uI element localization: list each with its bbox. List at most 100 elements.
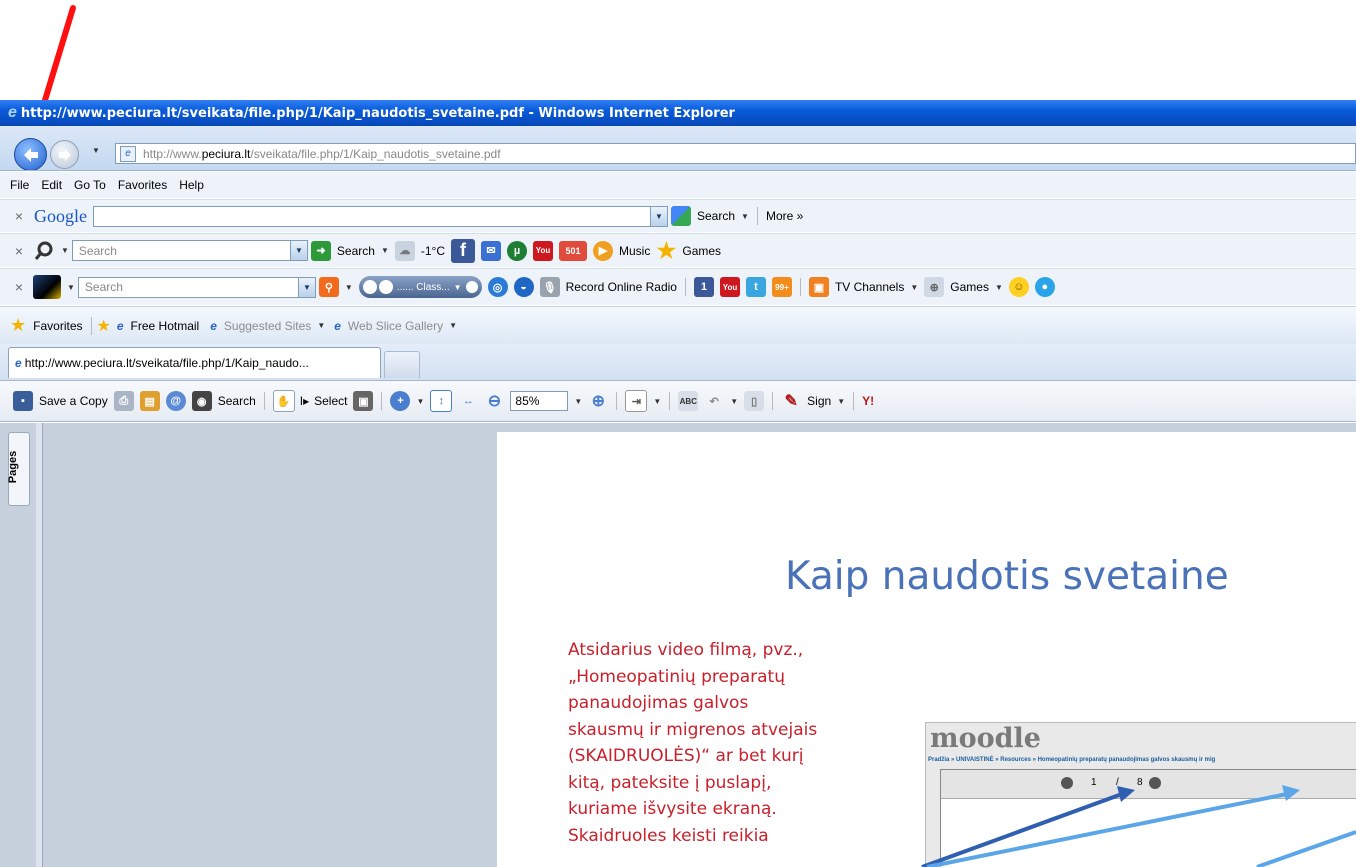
- menu-favorites[interactable]: Favorites: [118, 178, 167, 192]
- yahoo-logo[interactable]: Y!: [862, 394, 874, 408]
- address-bar[interactable]: e http://www. peciura.lt/sveikata/file.ph…: [115, 143, 1356, 164]
- web-slice-gallery-link[interactable]: Web Slice Gallery: [348, 319, 443, 333]
- play-icon[interactable]: [362, 280, 377, 294]
- chevron-down-icon[interactable]: ▼: [297, 277, 315, 297]
- google-search-icon: [671, 206, 691, 226]
- menu-go-to[interactable]: Go To: [74, 178, 106, 192]
- search-placeholder: Search: [84, 280, 123, 294]
- pen-icon: ✎: [784, 393, 798, 410]
- chevron-down-icon[interactable]: ▼: [345, 283, 353, 292]
- toolbar-search-button[interactable]: Search: [337, 244, 375, 258]
- pdf-search-button[interactable]: Search: [218, 394, 256, 408]
- facebook-icon[interactable]: f: [451, 238, 476, 263]
- more-button[interactable]: More »: [766, 209, 803, 223]
- google-search-button[interactable]: Search: [697, 209, 735, 223]
- add-favorites-icon[interactable]: ★: [97, 316, 111, 336]
- favorites-button[interactable]: Favorites: [33, 319, 82, 333]
- sign-button[interactable]: Sign: [807, 394, 831, 408]
- forward-button[interactable]: [50, 140, 79, 169]
- smiley-icon[interactable]: ☺: [1008, 277, 1029, 297]
- facebook-badge-icon[interactable]: 1: [693, 277, 714, 297]
- zoom-out-icon[interactable]: ⊖: [484, 391, 504, 411]
- toolbar-search-input[interactable]: Search ▼: [71, 240, 308, 261]
- record-radio-button[interactable]: Record Online Radio: [566, 280, 677, 294]
- new-tab-button[interactable]: [384, 351, 420, 378]
- chevron-down-icon[interactable]: ▼: [381, 246, 389, 255]
- chevron-down-icon[interactable]: ▼: [730, 397, 738, 406]
- games-button-3[interactable]: Games: [950, 280, 989, 294]
- zoom-in-icon[interactable]: +: [390, 391, 411, 411]
- close-toolbar-icon[interactable]: ×: [8, 279, 30, 295]
- hand-tool-icon[interactable]: ✋: [272, 390, 295, 412]
- google-search-input[interactable]: ▼: [93, 205, 668, 227]
- pages-tab[interactable]: Pages: [7, 432, 30, 506]
- twitter-icon[interactable]: t: [745, 277, 766, 297]
- rss-badge-icon[interactable]: 99+: [771, 277, 792, 297]
- radio-player[interactable]: ...... Class... ▼: [358, 276, 482, 298]
- chevron-down-icon[interactable]: ▼: [454, 283, 462, 292]
- chevron-down-icon[interactable]: ▼: [416, 397, 424, 406]
- fit-page-icon[interactable]: ↕: [430, 390, 453, 412]
- clipboard-icon[interactable]: ▯: [744, 391, 765, 411]
- undo-icon[interactable]: ↶: [704, 391, 724, 411]
- pdf-toolbar: ▪ Save a Copy ⎙ ▤ @ ◉ Search ✋ I▸ Select…: [0, 380, 1356, 422]
- chevron-down-icon[interactable]: ▼: [653, 397, 661, 406]
- fit-width-icon[interactable]: ↔: [458, 391, 478, 411]
- free-hotmail-link[interactable]: Free Hotmail: [131, 319, 200, 333]
- chevron-down-icon[interactable]: ▼: [741, 212, 749, 221]
- chevron-down-icon[interactable]: ▼: [650, 206, 667, 226]
- chevron-down-icon[interactable]: ▼: [61, 246, 69, 255]
- chevron-down-icon[interactable]: ▼: [574, 397, 582, 406]
- chevron-down-icon[interactable]: ▼: [289, 241, 307, 260]
- zoom-plus-icon[interactable]: ⊕: [588, 391, 608, 411]
- save-disk-icon: ▪: [13, 391, 33, 411]
- target-icon[interactable]: ◎: [487, 277, 508, 297]
- music-button[interactable]: Music: [619, 244, 650, 258]
- sidebar-resize-handle[interactable]: [36, 423, 43, 867]
- utorrent-icon[interactable]: µ: [507, 240, 528, 261]
- spellcheck-icon[interactable]: ABC: [678, 391, 699, 411]
- menu-file[interactable]: File: [10, 178, 29, 192]
- chevron-down-icon[interactable]: ▼: [67, 283, 75, 292]
- tab-active[interactable]: e http://www.peciura.lt/sveikata/file.ph…: [8, 347, 381, 378]
- youtube-icon[interactable]: You: [719, 277, 740, 297]
- recent-pages-dropdown[interactable]: ▼: [92, 146, 100, 155]
- tv-channels-button[interactable]: TV Channels: [835, 280, 904, 294]
- toolbar-search-input-3[interactable]: Search ▼: [77, 276, 316, 298]
- menu-edit[interactable]: Edit: [41, 178, 62, 192]
- page-export-icon[interactable]: ⇥: [625, 390, 648, 412]
- zoom-input[interactable]: 85%: [510, 391, 569, 411]
- chevron-down-icon[interactable]: ▼: [910, 283, 918, 292]
- youtube-icon[interactable]: You: [533, 240, 554, 261]
- print-icon[interactable]: ⎙: [113, 391, 134, 411]
- save-copy-button[interactable]: Save a Copy: [39, 394, 108, 408]
- text-cursor-icon: I▸: [299, 394, 310, 408]
- back-button[interactable]: [14, 138, 47, 170]
- search-orange-icon[interactable]: ⚲: [318, 277, 339, 297]
- gamepad-icon: ⊕: [924, 277, 945, 297]
- pause-icon[interactable]: [378, 280, 393, 294]
- chevron-down-icon[interactable]: ▼: [837, 397, 845, 406]
- snapshot-icon[interactable]: ▣: [353, 391, 374, 411]
- music-icon[interactable]: ▶: [593, 240, 614, 261]
- organizer-icon[interactable]: ▤: [139, 391, 160, 411]
- chevron-down-icon[interactable]: ▼: [317, 321, 325, 330]
- suggested-sites-link[interactable]: Suggested Sites: [224, 319, 311, 333]
- mail-icon[interactable]: ✉: [481, 240, 502, 261]
- close-toolbar-icon[interactable]: ×: [8, 208, 30, 224]
- radio-icon[interactable]: ◒: [513, 277, 534, 297]
- select-tool-button[interactable]: Select: [314, 394, 347, 408]
- menu-help[interactable]: Help: [179, 178, 204, 192]
- class-selector[interactable]: ...... Class...: [397, 282, 450, 293]
- email-icon[interactable]: @: [165, 391, 186, 411]
- microphone-icon[interactable]: 🎙: [539, 277, 560, 297]
- volume-icon[interactable]: [465, 281, 478, 293]
- chat-bubble-icon[interactable]: ●: [1034, 277, 1055, 297]
- notification-icon[interactable]: 501: [559, 240, 588, 261]
- chevron-down-icon[interactable]: ▼: [995, 283, 1003, 292]
- games-button[interactable]: Games: [682, 244, 721, 258]
- weather-icon: ☁: [394, 240, 415, 261]
- chevron-down-icon[interactable]: ▼: [449, 321, 457, 330]
- close-toolbar-icon[interactable]: ×: [8, 243, 30, 259]
- tab-page-icon: e: [15, 356, 22, 370]
